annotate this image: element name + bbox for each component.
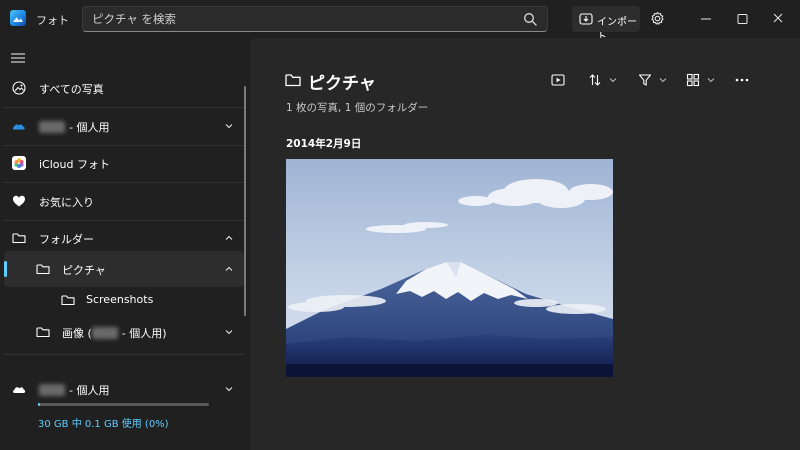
- filter-icon: [638, 74, 652, 86]
- sidebar: すべての写真 - 個人用 iCloud フォト お気に入り フォルダー ピクチャ…: [0, 38, 250, 450]
- sidebar-item-cloud-account[interactable]: - 個人用: [4, 371, 244, 407]
- heart-icon: [13, 195, 25, 207]
- sidebar-item-label: - 個人用: [39, 119, 109, 135]
- folder-icon: [12, 233, 26, 244]
- gear-icon[interactable]: [650, 11, 665, 26]
- storage-progress-bar: [38, 403, 209, 406]
- search-icon[interactable]: [523, 12, 537, 26]
- sidebar-item-label: - 個人用: [39, 382, 109, 398]
- photos-icon: [12, 81, 26, 95]
- chevron-down-icon: [707, 78, 715, 83]
- sidebar-item-label: ピクチャ: [62, 264, 106, 277]
- import-icon: [579, 13, 593, 25]
- sidebar-scrollbar[interactable]: [244, 86, 246, 316]
- maximize-icon[interactable]: [728, 6, 756, 32]
- photo-thumbnail[interactable]: [286, 159, 613, 377]
- sidebar-item-screenshots[interactable]: Screenshots: [4, 282, 244, 318]
- folder-icon: [36, 264, 50, 275]
- sidebar-item-label: Screenshots: [86, 293, 154, 306]
- sidebar-item-favorites[interactable]: お気に入り: [4, 183, 244, 219]
- cloud-icon: [13, 387, 26, 393]
- sidebar-item-icloud[interactable]: iCloud フォト: [4, 145, 244, 181]
- sidebar-item-label: 画像 ( - 個人用): [62, 325, 167, 341]
- selection-indicator: [4, 261, 7, 277]
- redacted-account: [91, 327, 118, 339]
- main-content: ピクチャ 1 枚の写真, 1 個のフォルダー 2014年2月9日: [250, 38, 800, 450]
- chevron-up-icon[interactable]: [224, 234, 234, 242]
- divider: [4, 354, 244, 355]
- chevron-down-icon: [659, 78, 667, 83]
- view-grid-icon: [686, 73, 700, 87]
- icloud-photos-icon: [12, 156, 26, 170]
- images-label-prefix: 画像 (: [62, 327, 92, 340]
- more-options-button[interactable]: [732, 69, 754, 91]
- folder-icon: [285, 74, 301, 87]
- view-options-button[interactable]: [683, 69, 719, 91]
- app-title: フォト: [36, 14, 69, 27]
- chevron-down-icon[interactable]: [224, 122, 234, 130]
- sidebar-item-label: お気に入り: [39, 196, 94, 209]
- folder-summary: 1 枚の写真, 1 個のフォルダー: [286, 102, 429, 114]
- photos-app-icon: [10, 10, 26, 26]
- account-suffix: - 個人用: [69, 121, 110, 134]
- chevron-down-icon[interactable]: [224, 385, 234, 393]
- sidebar-item-onedrive[interactable]: - 個人用: [4, 108, 244, 144]
- sort-button[interactable]: [585, 69, 621, 91]
- hamburger-menu-icon[interactable]: [11, 53, 25, 63]
- title-bar: フォト インポート: [0, 0, 800, 43]
- folder-icon: [36, 327, 50, 338]
- account-suffix: - 個人用: [69, 384, 110, 397]
- more-icon: [735, 78, 749, 82]
- mount-fuji-photo: [286, 159, 613, 377]
- search-input[interactable]: [92, 11, 512, 27]
- filter-button[interactable]: [635, 69, 671, 91]
- chevron-up-icon[interactable]: [224, 265, 234, 273]
- redacted-account: [39, 384, 65, 396]
- images-label-suffix: - 個人用): [121, 327, 167, 340]
- sidebar-item-label: iCloud フォト: [39, 158, 110, 171]
- sidebar-item-label: すべての写真: [39, 83, 104, 96]
- sort-icon: [589, 74, 601, 86]
- slideshow-button[interactable]: [548, 69, 570, 91]
- sidebar-item-images[interactable]: 画像 ( - 個人用): [4, 314, 244, 350]
- storage-progress-fill: [38, 403, 40, 406]
- chevron-down-icon[interactable]: [224, 328, 234, 336]
- folder-icon: [61, 295, 75, 306]
- redacted-account: [39, 121, 65, 133]
- storage-usage-text[interactable]: 30 GB 中 0.1 GB 使用 (0%): [38, 415, 169, 430]
- chevron-down-icon: [609, 78, 617, 83]
- sidebar-item-all-photos[interactable]: すべての写真: [4, 70, 244, 106]
- sidebar-item-label: フォルダー: [39, 233, 94, 246]
- import-button[interactable]: インポート: [572, 6, 640, 43]
- close-icon[interactable]: [764, 6, 792, 32]
- onedrive-cloud-icon: [12, 124, 25, 130]
- page-title: ピクチャ: [308, 74, 376, 94]
- minimize-icon[interactable]: [692, 6, 720, 32]
- date-group-header: 2014年2月9日: [286, 138, 362, 150]
- search-box[interactable]: [82, 6, 548, 32]
- slideshow-icon: [551, 74, 565, 86]
